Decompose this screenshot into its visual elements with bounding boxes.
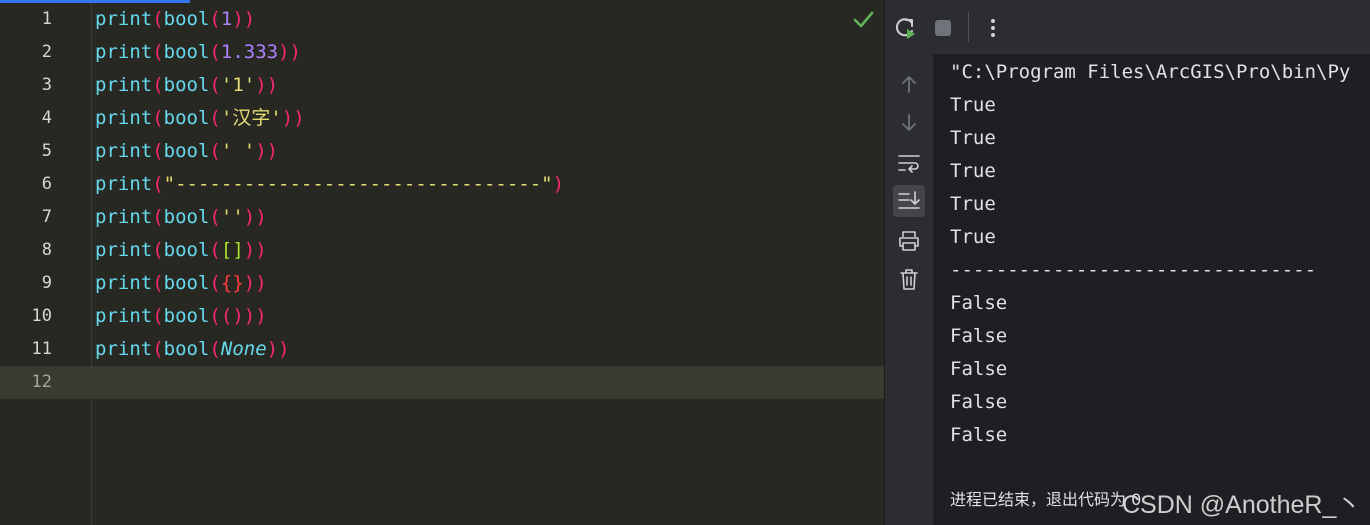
code-line[interactable]: 7 print(bool('')) (0, 201, 884, 234)
run-toolbar (885, 0, 1370, 54)
arrow-down-icon (902, 114, 916, 131)
code-text[interactable]: print(bool([])) (95, 234, 267, 267)
console-output-line: False (950, 424, 1008, 446)
code-text[interactable]: print(bool(None)) (95, 333, 290, 366)
active-tab-indicator (0, 0, 190, 3)
line-number: 8 (41, 240, 52, 260)
line-number: 3 (41, 75, 52, 95)
line-number: 10 (31, 306, 52, 326)
code-text[interactable]: print(bool(())) (95, 300, 267, 333)
rerun-icon (895, 18, 915, 39)
code-editor[interactable]: 1 print(bool(1)) 2 print(bool(1.333)) 3 … (0, 0, 884, 525)
line-number: 12 (31, 372, 52, 392)
code-text[interactable]: print(bool(' ')) (95, 135, 278, 168)
console-output-line: -------------------------------- (950, 259, 1317, 281)
code-text[interactable]: print(bool('')) (95, 201, 267, 234)
code-text[interactable]: print(bool('汉字')) (95, 102, 305, 135)
trash-icon (900, 269, 918, 290)
code-line[interactable]: 3 print(bool('1')) (0, 69, 884, 102)
next-occurrence-button[interactable] (893, 107, 925, 139)
soft-wrap-button[interactable] (893, 147, 925, 179)
run-side-toolbar (885, 54, 934, 525)
code-line[interactable]: 10 print(bool(())) (0, 300, 884, 333)
code-text[interactable]: print(bool(1)) (95, 3, 255, 36)
console-output-line: True (950, 160, 996, 182)
line-number: 7 (41, 207, 52, 227)
stop-button[interactable] (928, 13, 958, 43)
run-panel: "C:\Program Files\ArcGIS\Pro\bin\Py True… (885, 0, 1370, 525)
code-line-current[interactable]: 12 (0, 366, 884, 399)
code-text[interactable]: print(bool({})) (95, 267, 267, 300)
code-text[interactable]: print("--------------------------------"… (95, 168, 564, 201)
csdn-watermark: CSDN @AnotheR_丶 (1122, 491, 1362, 519)
console-output-line: True (950, 193, 996, 215)
line-number: 5 (41, 141, 52, 161)
code-line[interactable]: 8 print(bool([])) (0, 234, 884, 267)
line-number: 6 (41, 174, 52, 194)
console-output-line: False (950, 358, 1008, 380)
console-output-line: False (950, 292, 1008, 314)
code-text[interactable]: print(bool(1.333)) (95, 36, 301, 69)
line-number: 1 (41, 9, 52, 29)
code-line[interactable]: 9 print(bool({})) (0, 267, 884, 300)
console-command[interactable]: "C:\Program Files\ArcGIS\Pro\bin\Py (950, 56, 1350, 89)
arrow-up-icon (902, 76, 916, 93)
line-number: 4 (41, 108, 52, 128)
console-output-line: True (950, 127, 996, 149)
console-output[interactable]: "C:\Program Files\ArcGIS\Pro\bin\Py True… (934, 54, 1370, 525)
scroll-to-end-button[interactable] (893, 185, 925, 217)
toolbar-separator (968, 12, 969, 42)
line-number: 2 (41, 42, 52, 62)
console-output-line: False (950, 391, 1008, 413)
line-number: 9 (41, 273, 52, 293)
soft-wrap-icon (898, 155, 920, 173)
clear-all-button[interactable] (893, 264, 925, 296)
process-exit-message: 进程已结束，退出代码为 0 (950, 490, 1142, 509)
print-button[interactable] (893, 225, 925, 257)
stop-icon (935, 20, 951, 36)
code-line[interactable]: 1 print(bool(1)) (0, 3, 884, 36)
previous-occurrence-button[interactable] (893, 68, 925, 100)
print-icon (899, 231, 919, 251)
rerun-button[interactable] (890, 13, 920, 43)
code-line[interactable]: 2 print(bool(1.333)) (0, 36, 884, 69)
code-line[interactable]: 6 print("-------------------------------… (0, 168, 884, 201)
code-line[interactable]: 11 print(bool(None)) (0, 333, 884, 366)
scroll-to-end-icon (898, 191, 920, 209)
line-number: 11 (31, 339, 52, 359)
console-output-line: True (950, 94, 996, 116)
more-vertical-icon (991, 19, 995, 37)
more-options-button[interactable] (978, 13, 1008, 43)
code-text[interactable]: print(bool('1')) (95, 69, 278, 102)
check-icon[interactable] (852, 10, 874, 30)
code-line[interactable]: 5 print(bool(' ')) (0, 135, 884, 168)
console-output-line: False (950, 325, 1008, 347)
console-output-line: True (950, 226, 996, 248)
code-line[interactable]: 4 print(bool('汉字')) (0, 102, 884, 135)
